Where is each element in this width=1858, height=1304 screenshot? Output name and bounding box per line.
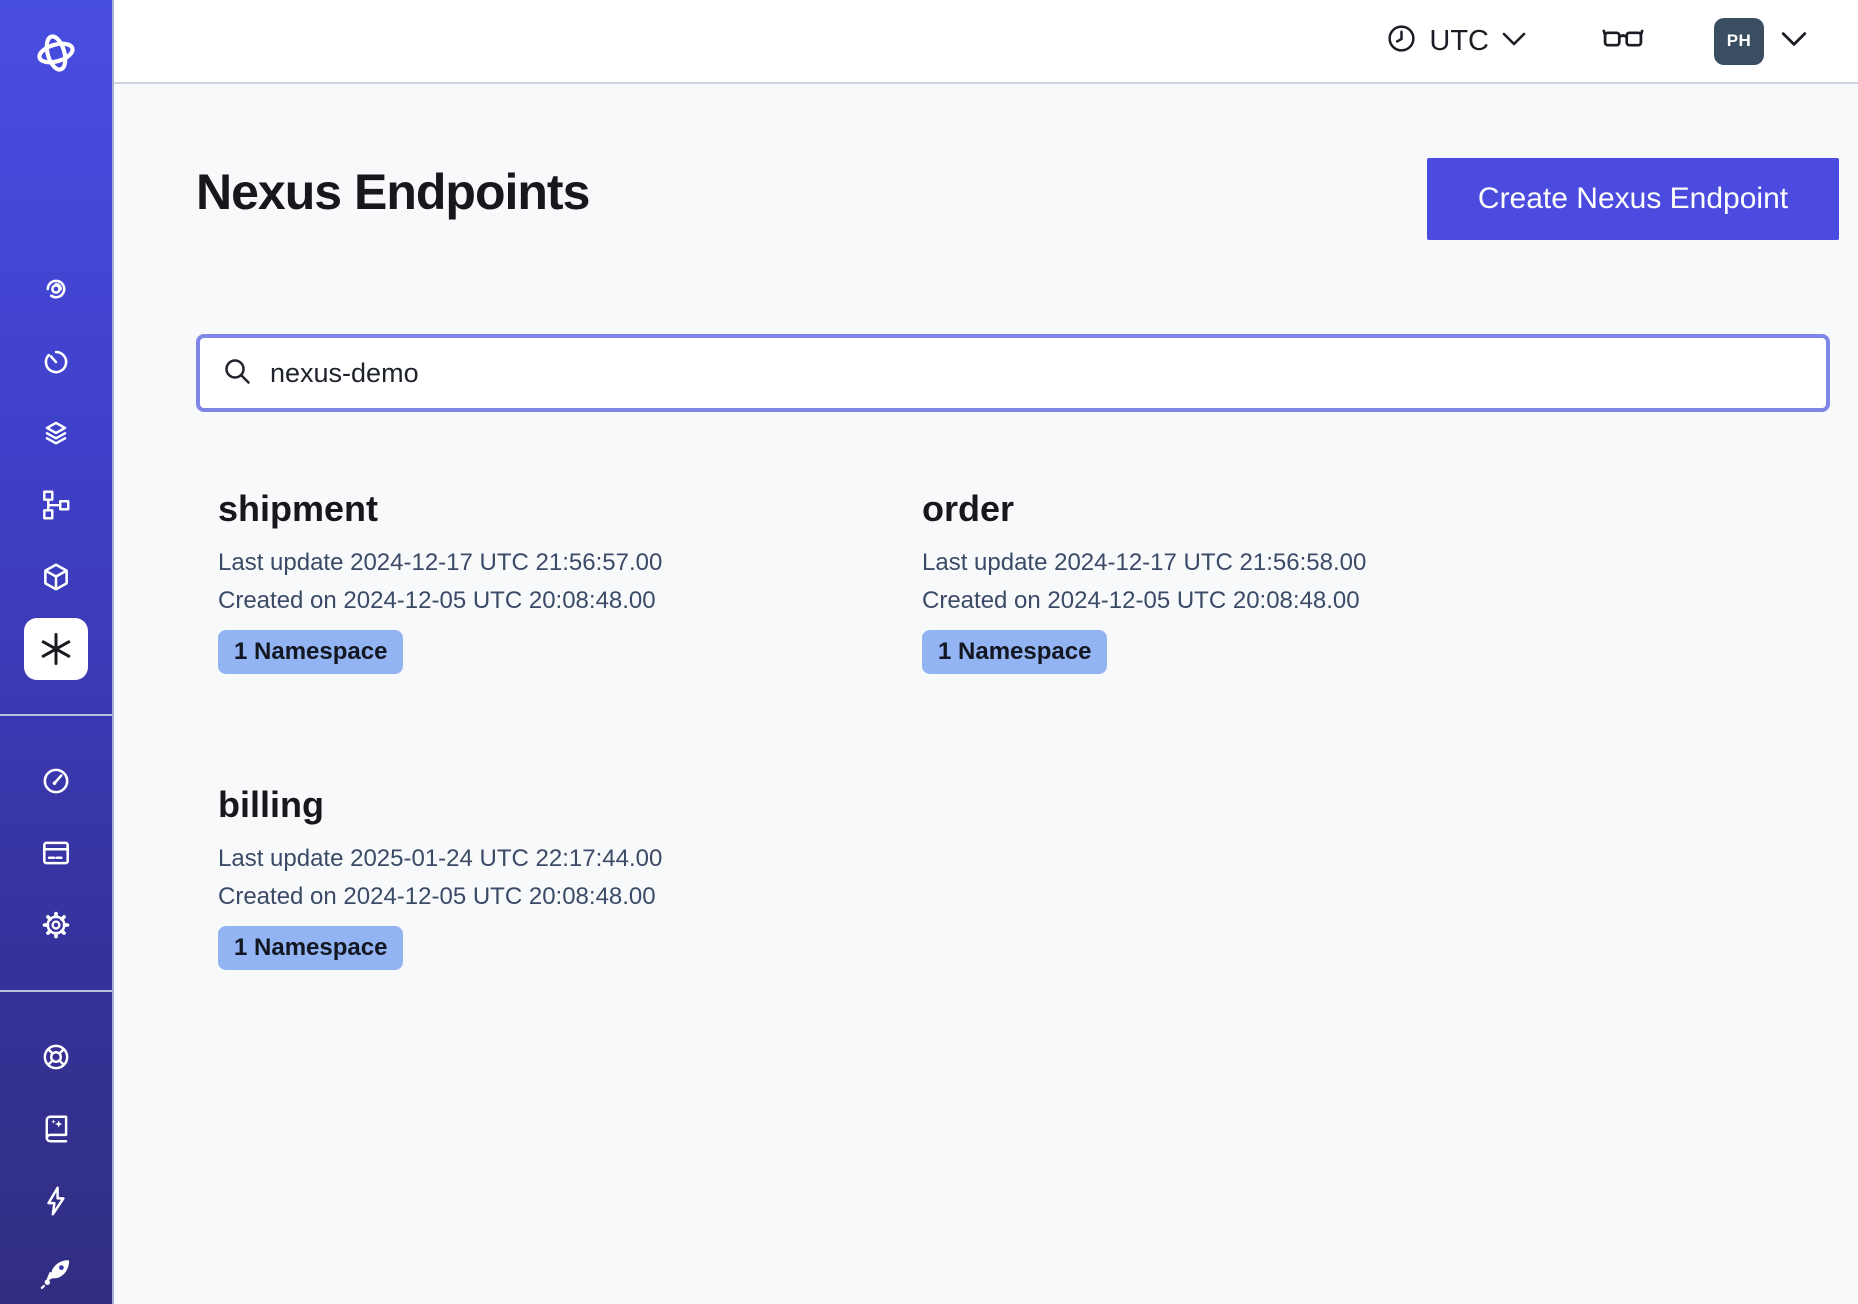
endpoint-created-on: Created on 2024-12-05 UTC 20:08:48.00 [922, 582, 1626, 620]
sidebar-item-namespaces[interactable] [0, 397, 112, 469]
billing-card-icon [39, 836, 73, 870]
user-avatar[interactable]: PH [1714, 18, 1764, 65]
sidebar-item-deployments[interactable] [0, 469, 112, 541]
deployments-icon [39, 488, 73, 522]
timezone-label: UTC [1429, 25, 1489, 58]
sidebar-nav-help [0, 1021, 112, 1304]
endpoint-last-update: Last update 2024-12-17 UTC 21:56:58.00 [922, 544, 1626, 582]
sidebar-item-usage[interactable] [0, 745, 112, 817]
sidebar-item-billing[interactable] [0, 817, 112, 889]
gear-icon [39, 908, 73, 942]
search-input[interactable] [268, 357, 1804, 390]
sidebar-divider [0, 990, 112, 992]
endpoint-name-link[interactable]: billing [218, 784, 922, 826]
endpoint-card[interactable]: order Last update 2024-12-17 UTC 21:56:5… [922, 488, 1626, 674]
schedules-icon [39, 344, 73, 378]
main-content: Nexus Endpoints Create Nexus Endpoint sh… [114, 84, 1858, 1304]
sidebar-item-docs[interactable] [0, 1093, 112, 1165]
endpoint-list: shipment Last update 2024-12-17 UTC 21:5… [218, 488, 1626, 970]
app-root: UTC PH [0, 0, 1858, 1304]
endpoint-name-link[interactable]: shipment [218, 488, 922, 530]
sidebar-nav-primary [0, 253, 112, 685]
endpoint-last-update: Last update 2024-12-17 UTC 21:56:57.00 [218, 544, 922, 582]
top-header: UTC PH [114, 0, 1858, 84]
sidebar-item-quickstart[interactable] [0, 1165, 112, 1237]
endpoint-card[interactable]: billing Last update 2025-01-24 UTC 22:17… [218, 784, 922, 970]
endpoint-card[interactable]: shipment Last update 2024-12-17 UTC 21:5… [218, 488, 922, 674]
clock-icon [1386, 23, 1417, 59]
gauge-icon [39, 764, 73, 798]
endpoint-name-link[interactable]: order [922, 488, 1626, 530]
page-title: Nexus Endpoints [196, 162, 589, 222]
book-sparkles-icon [39, 1112, 73, 1146]
account-menu-toggle[interactable] [1780, 29, 1808, 54]
lightning-icon [39, 1184, 73, 1218]
sidebar-item-nexus[interactable] [0, 613, 112, 685]
temporal-logo-icon [27, 24, 85, 87]
chevron-down-icon [1780, 29, 1808, 54]
search-icon [222, 356, 252, 391]
nexus-asterisk-icon [37, 630, 75, 668]
cube-icon [39, 560, 73, 594]
labs-toggle[interactable] [1602, 24, 1644, 59]
sidebar-nav-account [0, 745, 112, 961]
chevron-down-icon [1501, 30, 1527, 53]
sidebar-item-getting-started[interactable] [0, 1237, 112, 1304]
workflows-icon [39, 272, 73, 306]
namespace-count-badge: 1 Namespace [218, 926, 403, 970]
namespace-count-badge: 1 Namespace [922, 630, 1107, 674]
create-nexus-endpoint-button[interactable]: Create Nexus Endpoint [1427, 158, 1839, 240]
sidebar [0, 0, 114, 1304]
endpoint-created-on: Created on 2024-12-05 UTC 20:08:48.00 [218, 582, 922, 620]
sidebar-item-workflows[interactable] [0, 253, 112, 325]
sidebar-item-workers[interactable] [0, 541, 112, 613]
sidebar-item-support[interactable] [0, 1021, 112, 1093]
sidebar-item-schedules[interactable] [0, 325, 112, 397]
namespace-count-badge: 1 Namespace [218, 630, 403, 674]
lifebuoy-icon [39, 1040, 73, 1074]
rocket-icon [38, 1255, 74, 1291]
sidebar-item-settings[interactable] [0, 889, 112, 961]
temporal-logo[interactable] [0, 24, 112, 87]
endpoint-created-on: Created on 2024-12-05 UTC 20:08:48.00 [218, 878, 922, 916]
glasses-icon [1602, 24, 1644, 59]
nexus-active-indicator [24, 618, 88, 680]
namespaces-icon [39, 416, 73, 450]
endpoint-last-update: Last update 2025-01-24 UTC 22:17:44.00 [218, 840, 922, 878]
search-bar [196, 334, 1830, 412]
timezone-selector[interactable]: UTC [1386, 23, 1527, 59]
sidebar-divider [0, 714, 112, 716]
